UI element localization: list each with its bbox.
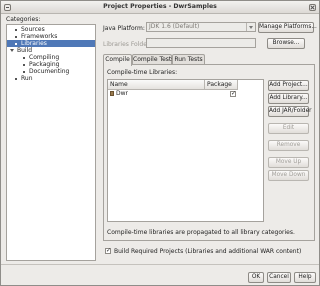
title-bar: Project Properties - DwrSamples: [1, 1, 319, 14]
tree-item-run[interactable]: Run: [15, 75, 33, 82]
footer-divider: [1, 264, 319, 265]
manage-platforms-button[interactable]: Manage Platforms...: [258, 22, 317, 33]
column-header-package[interactable]: Package: [205, 80, 238, 90]
tree-node-icon: [23, 70, 25, 73]
tree-item-packaging[interactable]: Packaging: [23, 61, 59, 68]
java-platform-combo[interactable]: JDK 1.6 (Default): [146, 22, 256, 32]
ok-button[interactable]: OK: [248, 272, 264, 283]
cancel-button[interactable]: Cancel: [267, 272, 291, 283]
tree-node-icon: [15, 35, 17, 38]
tab-compile[interactable]: Compile: [103, 54, 132, 66]
tree-item-sources[interactable]: Sources: [15, 26, 45, 33]
package-checkbox[interactable]: [230, 90, 236, 97]
table-row[interactable]: Dwr: [108, 90, 263, 98]
build-required-label[interactable]: Build Required Projects (Libraries and a…: [114, 248, 301, 255]
libraries-folder-label: Libraries Folder:: [103, 41, 152, 48]
move-down-button[interactable]: Move Down: [268, 170, 309, 181]
tree-item-libraries[interactable]: Libraries: [7, 40, 95, 47]
move-up-button[interactable]: Move Up: [268, 157, 309, 168]
close-icon[interactable]: [309, 4, 316, 11]
library-icon: [110, 91, 114, 96]
add-project-button[interactable]: Add Project...: [268, 80, 309, 91]
chevron-down-icon: [246, 23, 255, 31]
library-name-cell: Dwr: [108, 90, 205, 98]
categories-tree[interactable]: Sources Frameworks Libraries Build Compi…: [6, 24, 96, 261]
tree-node-icon: [23, 56, 25, 59]
expand-arrow-icon[interactable]: [10, 49, 14, 52]
tree-node-icon: [15, 28, 17, 31]
help-button[interactable]: Help: [294, 272, 316, 283]
categories-label: Categories:: [6, 16, 41, 23]
add-jar-folder-button[interactable]: Add JAR/Folder: [268, 106, 312, 117]
tree-node-icon: [15, 42, 17, 45]
java-platform-label: Java Platform:: [103, 25, 145, 32]
tree-item-compiling[interactable]: Compiling: [23, 54, 59, 61]
tree-item-build[interactable]: Build: [10, 47, 32, 54]
tree-item-frameworks[interactable]: Frameworks: [15, 33, 57, 40]
add-library-button[interactable]: Add Library...: [268, 93, 309, 104]
propagation-note: Compile-time libraries are propagated to…: [107, 229, 295, 236]
column-header-name[interactable]: Name: [108, 80, 205, 90]
libraries-folder-field: [146, 38, 256, 48]
compile-libraries-heading: Compile-time Libraries:: [107, 69, 178, 76]
browse-button[interactable]: Browse...: [267, 38, 305, 49]
tree-node-icon: [15, 77, 17, 80]
window-title: Project Properties - DwrSamples: [103, 3, 217, 10]
java-platform-value: JDK 1.6 (Default): [149, 23, 200, 30]
compile-libraries-table[interactable]: Name Package Dwr: [107, 79, 264, 222]
remove-button[interactable]: Remove: [268, 140, 309, 151]
tree-node-icon: [23, 63, 25, 66]
build-required-checkbox[interactable]: [105, 247, 111, 254]
tree-item-documenting[interactable]: Documenting: [23, 68, 69, 75]
edit-button[interactable]: Edit: [268, 123, 309, 134]
project-properties-dialog: Project Properties - DwrSamples Categori…: [0, 0, 320, 286]
